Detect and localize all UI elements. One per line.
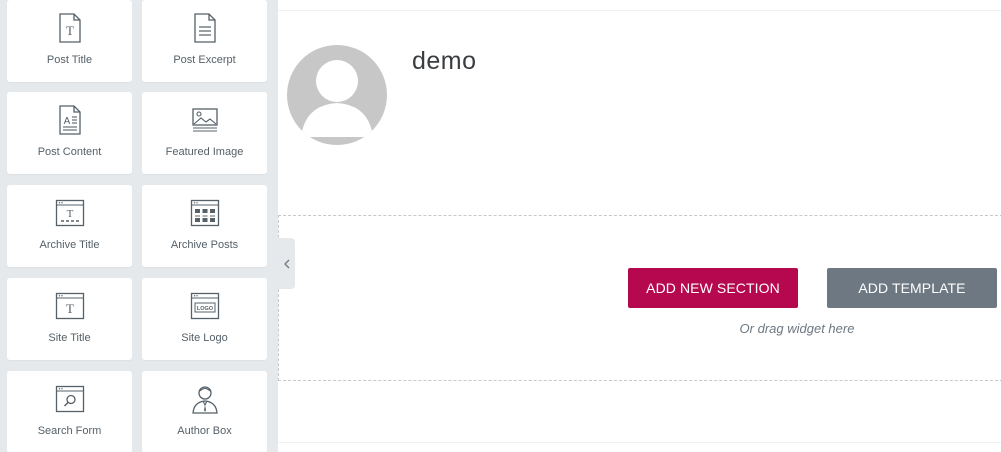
widget-post-content[interactable]: A Post Content xyxy=(7,92,132,174)
archive-posts-icon xyxy=(190,198,220,228)
widget-label: Search Form xyxy=(37,425,102,437)
widget-site-logo[interactable]: LOGO Site Logo xyxy=(142,278,267,360)
widget-label: Post Title xyxy=(46,54,93,66)
widget-label: Post Content xyxy=(37,146,102,158)
widget-post-excerpt[interactable]: Post Excerpt xyxy=(142,0,267,82)
collapse-panel-handle[interactable] xyxy=(278,238,295,289)
divider xyxy=(278,442,1001,443)
widget-featured-image[interactable]: Featured Image xyxy=(142,92,267,174)
drag-widget-hint: Or drag widget here xyxy=(739,321,855,336)
site-logo-icon: LOGO xyxy=(190,291,220,321)
svg-text:LOGO: LOGO xyxy=(196,306,213,312)
widget-site-title[interactable]: T Site Title xyxy=(7,278,132,360)
svg-text:T: T xyxy=(66,208,73,220)
archive-title-icon: T xyxy=(55,198,85,228)
site-title-icon: T xyxy=(55,291,85,321)
widget-label: Featured Image xyxy=(165,146,244,158)
post-title: demo xyxy=(412,47,477,75)
widget-label: Post Excerpt xyxy=(173,54,236,66)
widget-label: Archive Title xyxy=(39,239,100,251)
widget-label: Author Box xyxy=(177,425,232,437)
post-excerpt-icon xyxy=(190,13,220,43)
add-new-section-button[interactable]: ADD NEW SECTION xyxy=(628,268,798,308)
add-template-button[interactable]: ADD TEMPLATE xyxy=(827,268,997,308)
search-form-icon xyxy=(55,384,85,414)
post-title-icon: T xyxy=(55,13,85,43)
widgets-panel: T Post Title Post Excerpt A Post Content… xyxy=(0,0,278,452)
svg-text:T: T xyxy=(66,301,74,316)
chevron-left-icon xyxy=(283,259,289,268)
post-content-icon: A xyxy=(55,105,85,135)
divider xyxy=(278,10,1001,11)
user-placeholder-icon xyxy=(301,60,373,137)
svg-text:A: A xyxy=(63,116,70,127)
widget-label: Archive Posts xyxy=(170,239,239,251)
svg-text:T: T xyxy=(66,23,74,38)
widget-author-box[interactable]: Author Box xyxy=(142,371,267,452)
widget-archive-title[interactable]: T Archive Title xyxy=(7,185,132,267)
widget-search-form[interactable]: Search Form xyxy=(7,371,132,452)
avatar xyxy=(287,45,387,145)
featured-image-icon xyxy=(190,105,220,135)
widget-label: Site Logo xyxy=(181,332,228,344)
author-box-icon xyxy=(190,384,220,414)
widget-post-title[interactable]: T Post Title xyxy=(7,0,132,82)
widget-label: Site Title xyxy=(48,332,91,344)
widget-archive-posts[interactable]: Archive Posts xyxy=(142,185,267,267)
